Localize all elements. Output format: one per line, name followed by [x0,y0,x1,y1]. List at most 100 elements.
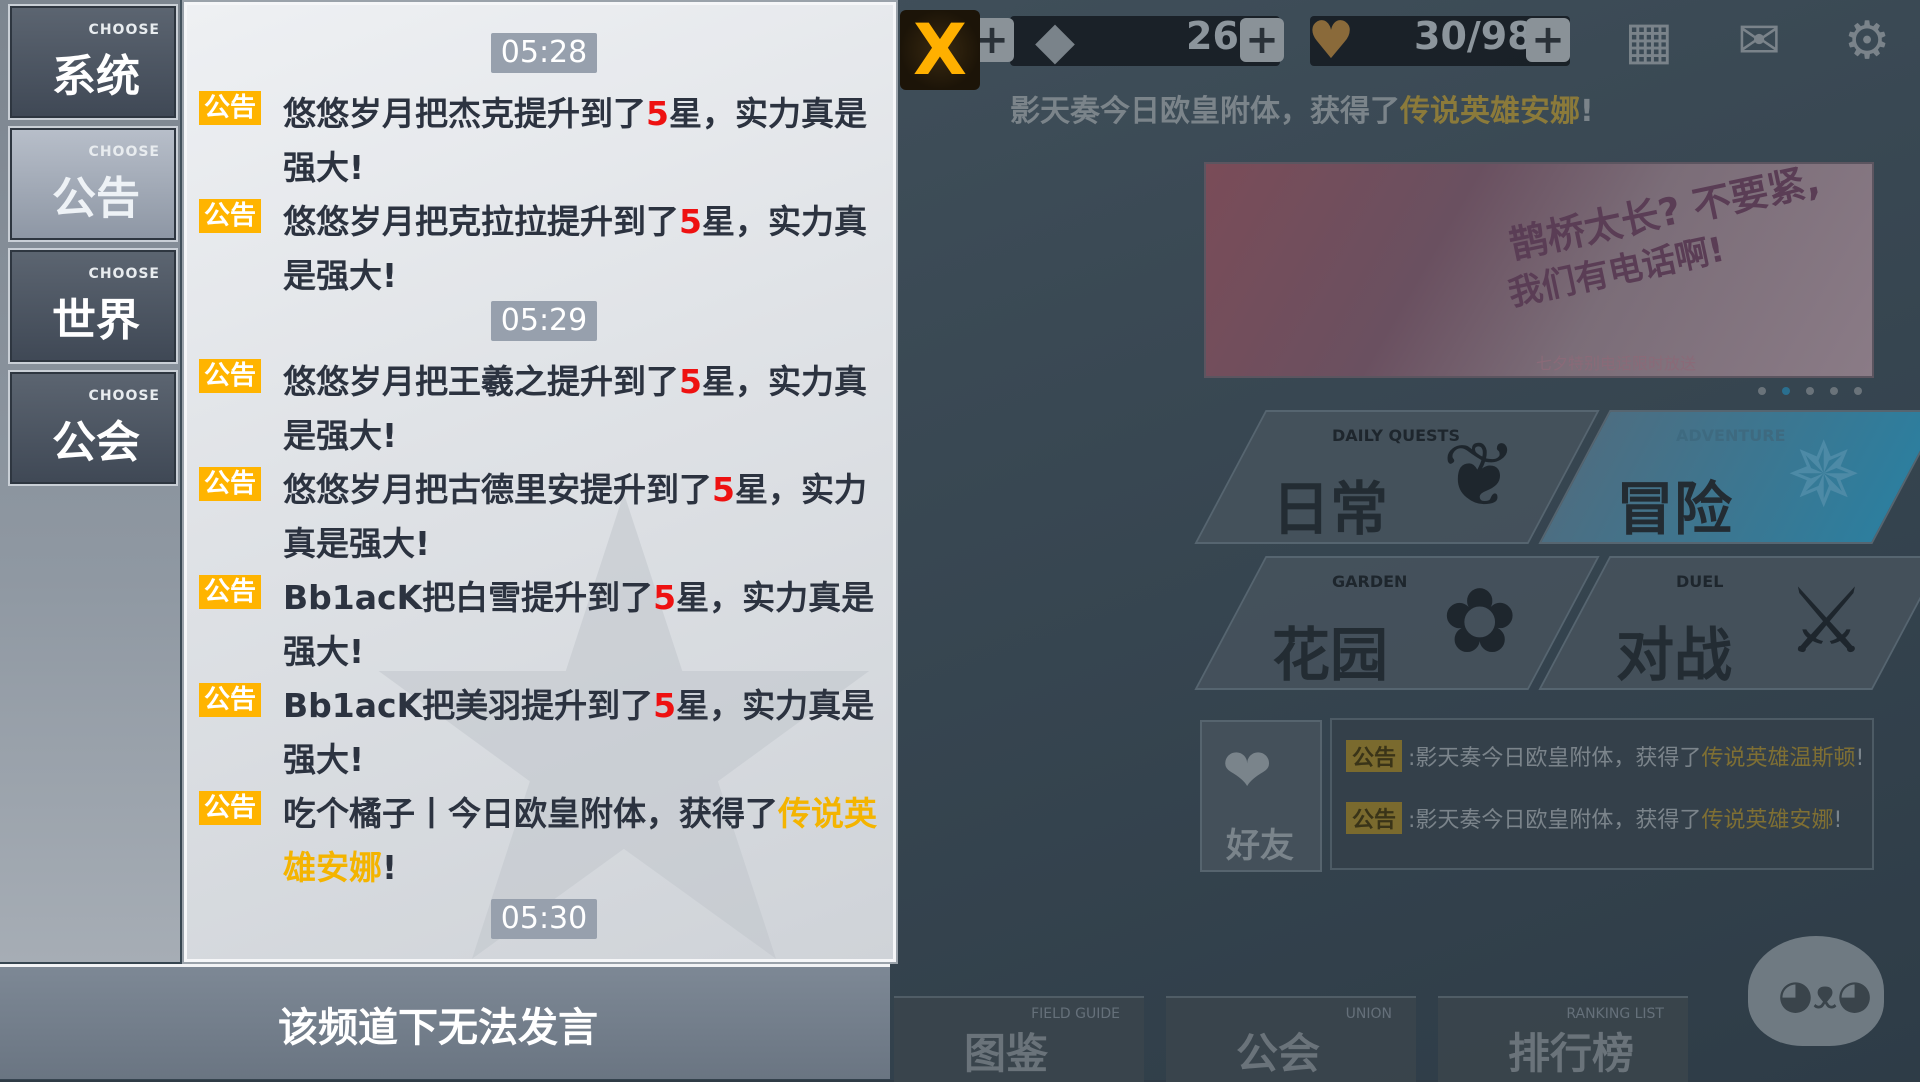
message-highlight: 5 [679,202,702,241]
map-icon[interactable]: ▦ [1614,14,1684,68]
chat-preview-end: ! [1833,808,1843,833]
input-disabled-text: 该频道下无法发言 [278,1005,598,1051]
chat-message: 公告 吃个橘子丨今日欧皇附体，获得了传说英雄安娜! [199,787,883,895]
announce-tag: 公告 [199,359,261,393]
tile-title: 对战 [1616,621,1733,689]
message-highlight: 5 [653,686,677,725]
chat-preview-highlight: 传说英雄安娜 [1701,808,1834,833]
announce-tag: 公告 [199,683,261,717]
friends-button[interactable]: ❤ 好友 [1200,720,1322,872]
rabbit-icon: ❦ [1442,423,1518,528]
timestamp: 05:29 [491,301,597,341]
message-text: 悠悠岁月把杰克提升到了 [283,94,646,133]
add-stamina-button[interactable]: + [1526,18,1570,62]
tab-label: 系统 [52,51,140,102]
chat-message: 公告 悠悠岁月把杰克提升到了5星，实力真是强大! [199,87,883,195]
add-gems-button[interactable]: + [1240,18,1284,62]
pager-dot[interactable] [1758,387,1766,395]
pager-dot[interactable] [1854,387,1862,395]
announce-tag: 公告 [199,467,261,501]
banner-pager [1750,380,1870,399]
flower-icon: ✿ [1442,569,1518,674]
tab-union[interactable]: CHOOSE 公会 [8,370,178,486]
announce-tag: 公告 [199,199,261,233]
message-text-end: ! [382,848,398,887]
timestamp: 05:28 [491,33,597,73]
union-button[interactable]: UNION 公会 [1166,996,1416,1082]
gem-icon: ◆ [1035,11,1075,71]
message-text: 吃个橘子丨今日欧皇附体，获得了 [283,794,778,833]
mail-icon[interactable]: ✉ [1724,14,1794,68]
chat-preview-text: :影天奏今日欧皇附体，获得了 [1408,808,1702,833]
ticker-end: ! [1580,94,1594,129]
chat-message: 公告 悠悠岁月把王羲之提升到了5星，实力真是强大! [199,355,883,463]
announce-tag: 公告 [1346,802,1403,834]
daily-quests-button[interactable]: DAILY QUESTS 日常 ❦ [1194,410,1600,544]
chat-message: 公告 悠悠岁月把古德里安提升到了5星，实力真是强大! [199,463,883,571]
message-highlight: 5 [646,94,669,133]
channel-sidebar: CHOOSE 系统 CHOOSE 公告 CHOOSE 世界 CHOOSE 公会 [0,0,180,962]
announce-tag: 公告 [199,91,261,125]
pager-dot-active[interactable] [1782,387,1790,395]
pager-dot[interactable] [1806,387,1814,395]
tile-subtitle: DAILY QUESTS [1332,426,1460,445]
chat-preview-text: :影天奏今日欧皇附体，获得了 [1408,746,1702,771]
timestamp: 05:30 [491,899,597,939]
nav-subtitle: UNION [1345,1006,1392,1022]
chat-preview[interactable]: 公告:影天奏今日欧皇附体，获得了传说英雄温斯顿! 公告:影天奏今日欧皇附体，获得… [1330,718,1874,870]
friends-label: 好友 [1226,826,1294,866]
tile-title: 日常 [1272,475,1389,543]
message-text: 悠悠岁月把克拉拉提升到了 [283,202,679,241]
stamina-count: 30/98 [1414,14,1534,58]
announce-tag: 公告 [1346,740,1403,772]
chat-preview-line: 公告:影天奏今日欧皇附体，获得了传说英雄安娜! [1346,802,1842,834]
message-highlight: 5 [712,470,735,509]
nav-title: 公会 [1236,1029,1321,1078]
tab-label: 公会 [52,417,140,468]
chat-message: 公告 Bb1acK把白雪提升到了5星，实力真是强大! [199,571,883,679]
field-guide-button[interactable]: FIELD GUIDE 图鉴 [894,996,1144,1082]
crossed-swords-icon: ⚔ [1786,569,1867,674]
tab-label: 公告 [52,173,140,224]
sword-emblem-icon: ✵ [1786,423,1862,528]
close-chat-button[interactable]: X [900,10,980,90]
message-text: Bb1acK把白雪提升到了 [283,578,654,617]
announce-tag: 公告 [199,575,261,609]
message-text: Bb1acK把美羽提升到了 [283,686,654,725]
tile-title: 花园 [1272,621,1389,689]
tab-label: 世界 [52,295,140,346]
tab-world[interactable]: CHOOSE 世界 [8,248,178,364]
tab-subtitle: CHOOSE [88,22,160,38]
message-highlight: 5 [679,362,702,401]
chat-message-list[interactable]: ★ 05:28 公告 悠悠岁月把杰克提升到了5星，实力真是强大! 公告 悠悠岁月… [184,2,896,962]
chat-preview-line: 公告:影天奏今日欧皇附体，获得了传说英雄温斯顿! [1346,740,1864,772]
gear-icon[interactable]: ⚙ [1832,14,1902,68]
announce-tag: 公告 [199,791,261,825]
heart-icon: ♥ [1307,11,1355,71]
message-text: 悠悠岁月把古德里安提升到了 [283,470,712,509]
tile-title: 冒险 [1616,475,1733,543]
duel-button[interactable]: DUEL 对战 ⚔ [1538,556,1920,690]
chat-message: 公告 Bb1acK把美羽提升到了5星，实力真是强大! [199,679,883,787]
mascot-cat[interactable]: ◕ᴥ◕ [1748,936,1884,1046]
adventure-button[interactable]: ADVENTURE 冒险 ✵ [1538,410,1920,544]
tile-subtitle: GARDEN [1332,572,1408,591]
chat-preview-end: ! [1855,746,1865,771]
tile-subtitle: DUEL [1676,572,1724,591]
ticker-highlight: 传说英雄安娜 [1400,94,1580,129]
tab-announcement[interactable]: CHOOSE 公告 [8,126,178,242]
event-banner[interactable]: 鹊桥太长? 不要紧, 我们有电话啊! 七夕特别电话限时放送 [1204,159,1874,378]
tab-system[interactable]: CHOOSE 系统 [8,4,178,120]
ranking-list-button[interactable]: RANKING LIST 排行榜 [1438,996,1688,1082]
handshake-icon: ❤ [1222,736,1273,806]
banner-caption: 七夕特别电话限时放送 [1536,354,1697,373]
chat-preview-highlight: 传说英雄温斯顿 [1701,746,1856,771]
cat-face-icon: ◕ᴥ◕ [1778,972,1873,1018]
announcement-ticker: 影天奏今日欧皇附体，获得了传说英雄安娜! [1010,86,1594,130]
gem-count: 26 [1186,14,1239,58]
chat-input-disabled-bar: 该频道下无法发言 [0,964,890,1079]
tab-subtitle: CHOOSE [88,388,160,404]
pager-dot[interactable] [1830,387,1838,395]
garden-button[interactable]: GARDEN 花园 ✿ [1194,556,1600,690]
nav-title: 图鉴 [964,1029,1049,1078]
